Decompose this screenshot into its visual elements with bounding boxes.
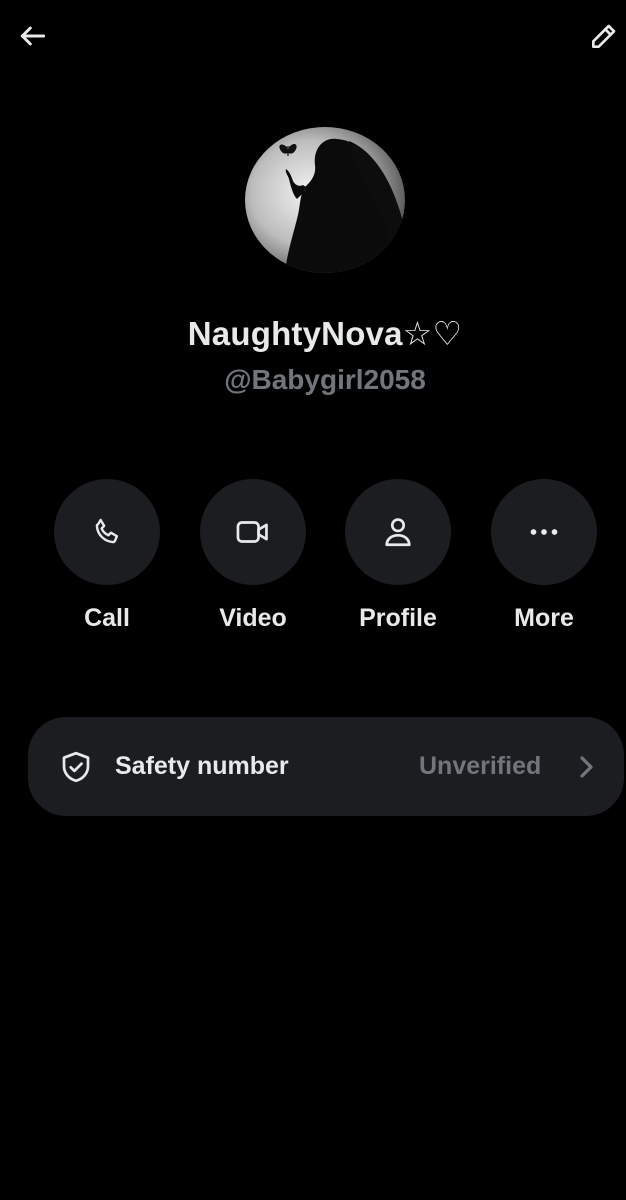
video-button-circle[interactable] (200, 479, 306, 585)
person-icon (385, 518, 411, 547)
display-name: NaughtyNova☆♡ (187, 315, 463, 352)
avatar[interactable] (245, 127, 405, 273)
profile-button-circle[interactable] (345, 479, 451, 585)
profile-label: Profile (359, 604, 437, 632)
pencil-icon (592, 24, 616, 48)
video-button[interactable]: Video (193, 479, 313, 649)
safety-number-row[interactable]: Safety number Unverified (28, 717, 624, 816)
phone-icon (95, 518, 119, 544)
call-button[interactable]: Call (47, 479, 167, 649)
username-handle: @Babygirl2058 (224, 364, 426, 395)
video-camera-icon (236, 521, 268, 543)
chevron-right-icon (580, 756, 593, 778)
safety-number-status: Unverified (419, 752, 542, 780)
video-label: Video (219, 604, 287, 632)
top-bar (0, 0, 626, 76)
more-label: More (514, 604, 574, 632)
profile-button[interactable]: Profile (338, 479, 458, 649)
call-button-circle[interactable] (54, 479, 160, 585)
action-row: Call Video Profile More (0, 479, 626, 649)
more-horizontal-icon (530, 529, 558, 535)
shield-check-icon (62, 751, 90, 783)
avatar-image (245, 127, 405, 273)
more-button[interactable]: More (484, 479, 604, 649)
safety-number-title: Safety number (115, 752, 289, 780)
arrow-left-icon (20, 26, 46, 46)
edit-button[interactable] (582, 14, 626, 58)
back-button[interactable] (11, 14, 55, 58)
more-button-circle[interactable] (491, 479, 597, 585)
call-label: Call (84, 604, 130, 632)
